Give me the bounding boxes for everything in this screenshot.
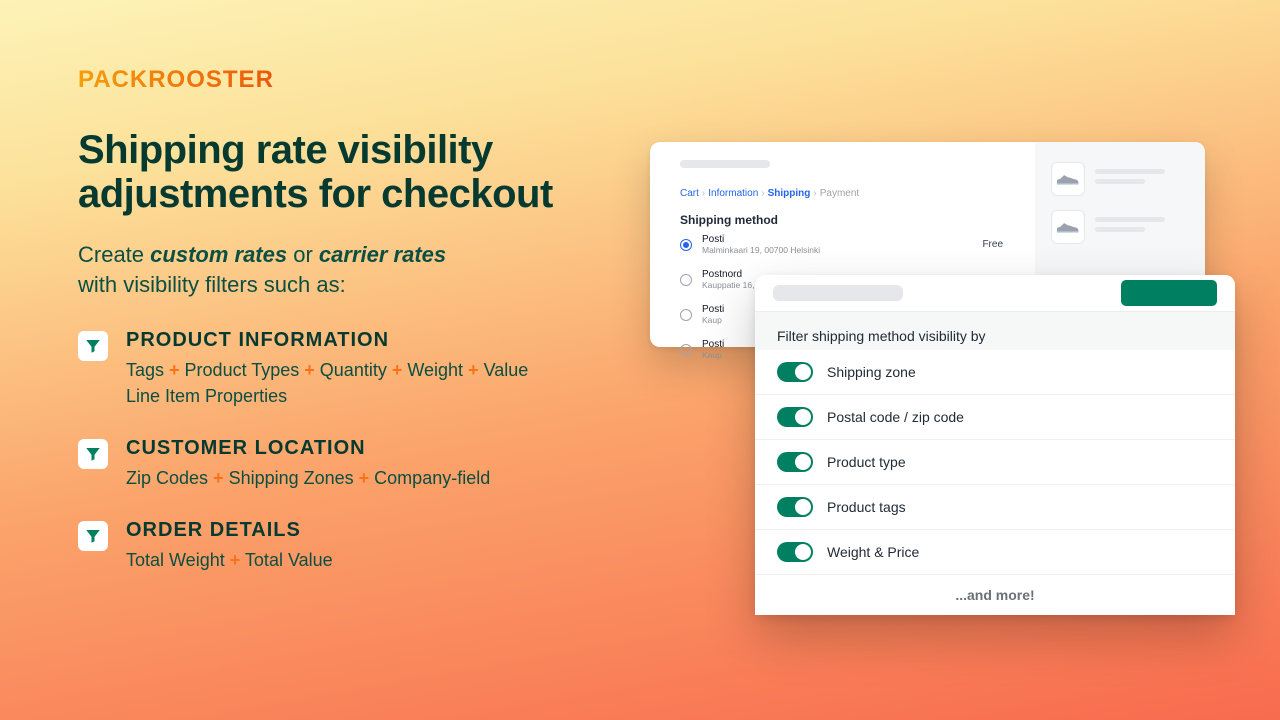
filter-row: Product tags [755,485,1235,530]
filter-label: Product type [827,454,906,470]
option-price: Free [982,239,1003,250]
option-address: Malminkaari 19, 00700 Helsinki [702,245,820,255]
filter-icon [78,331,108,361]
feature-group: CUSTOMER LOCATION Zip Codes + Shipping Zo… [78,437,638,491]
filter-label: Weight & Price [827,544,919,560]
sneaker-icon [1055,170,1081,188]
subheadline: Create custom rates or carrier rates wit… [78,240,638,299]
marketing-copy: Shipping rate visibility adjustments for… [78,128,638,601]
skeleton-title [773,285,903,301]
filter-panel: Filter shipping method visibility by Shi… [755,275,1235,615]
radio-icon [680,309,692,321]
group-title: PRODUCT INFORMATION [126,329,528,352]
cart-line-item [1051,162,1189,196]
toggle-switch[interactable] [777,407,813,427]
option-name: Posti [702,234,820,245]
sneaker-icon [1055,218,1081,236]
brand-logo: PACKROOSTER [78,66,274,94]
filter-row: Postal code / zip code [755,395,1235,440]
filter-label: Postal code / zip code [827,409,964,425]
toggle-switch[interactable] [777,542,813,562]
skeleton-line [1095,217,1165,222]
filter-row: Product type [755,440,1235,485]
headline-line-2: adjustments for checkout [78,172,553,216]
group-body: Zip Codes + Shipping Zones + Company-fie… [126,466,490,491]
filter-panel-title: Filter shipping method visibility by [755,312,1235,350]
filter-icon [78,521,108,551]
filter-row: Shipping zone [755,350,1235,395]
option-address: Kaup [702,315,724,325]
more-label: ...and more! [955,587,1034,603]
cart-line-item [1051,210,1189,244]
sub-or: or [287,242,319,267]
shipping-option[interactable]: PostiMalminkaari 19, 00700 Helsinki Free [680,227,1013,262]
product-thumb [1051,162,1085,196]
filter-row: Weight & Price [755,530,1235,575]
save-button[interactable] [1121,280,1217,306]
radio-icon [680,239,692,251]
crumb-information[interactable]: Information [708,188,758,199]
sub-em1: custom rates [150,242,287,267]
crumb-payment: Payment [820,188,859,199]
breadcrumb: Cart›Information›Shipping›Payment [680,188,1013,199]
toggle-switch[interactable] [777,452,813,472]
toggle-switch[interactable] [777,497,813,517]
option-address: Kaup [702,350,724,360]
filter-row-more: ...and more! [755,575,1235,615]
skeleton-line [1095,227,1145,232]
sub-post: with visibility filters such as: [78,272,346,297]
skeleton-line [1095,169,1165,174]
shipping-method-title: Shipping method [680,213,1013,227]
option-name: Posti [702,339,724,350]
feature-group: ORDER DETAILS Total Weight + Total Value [78,519,638,573]
sub-pre: Create [78,242,150,267]
toggle-switch[interactable] [777,362,813,382]
radio-icon [680,274,692,286]
crumb-cart[interactable]: Cart [680,188,699,199]
filter-label: Product tags [827,499,906,515]
filter-icon [78,439,108,469]
group-title: ORDER DETAILS [126,519,333,542]
sub-em2: carrier rates [319,242,446,267]
group-body: Total Weight + Total Value [126,548,333,573]
skeleton-line [1095,179,1145,184]
filter-label: Shipping zone [827,364,916,380]
skeleton-line [680,160,770,168]
group-body: Tags + Product Types + Quantity + Weight… [126,358,528,408]
option-name: Posti [702,304,724,315]
radio-icon [680,344,692,356]
group-title: CUSTOMER LOCATION [126,437,490,460]
product-thumb [1051,210,1085,244]
feature-group: PRODUCT INFORMATION Tags + Product Types … [78,329,638,408]
headline-line-1: Shipping rate visibility [78,128,493,172]
headline: Shipping rate visibility adjustments for… [78,128,638,216]
crumb-shipping[interactable]: Shipping [768,188,811,199]
